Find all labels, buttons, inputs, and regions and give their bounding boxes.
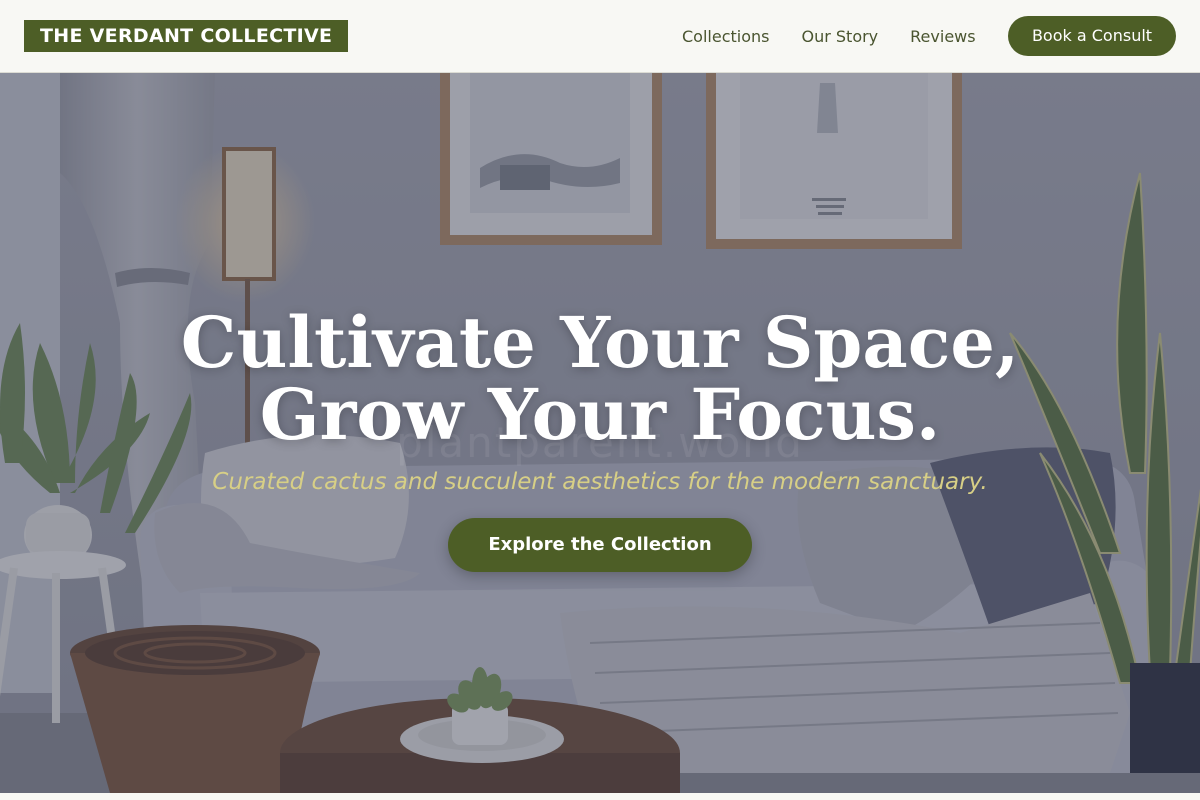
hero-tagline: Curated cactus and succulent aesthetics … <box>212 469 988 495</box>
hero-section: plantparent.world Cultivate Your Space, … <box>0 73 1200 793</box>
nav-link-collections[interactable]: Collections <box>682 27 769 46</box>
nav-link-our-story[interactable]: Our Story <box>801 27 878 46</box>
site-header: THE VERDANT COLLECTIVE Collections Our S… <box>0 0 1200 73</box>
main-nav: Collections Our Story Reviews <box>682 0 976 72</box>
explore-collection-button[interactable]: Explore the Collection <box>448 518 752 572</box>
hero-headline-line-1: Cultivate Your Space, <box>180 301 1020 384</box>
hero-headline-line-2: Grow Your Focus. <box>259 373 941 456</box>
brand-logo[interactable]: THE VERDANT COLLECTIVE <box>24 20 349 52</box>
page-bottom-strip <box>0 793 1200 800</box>
book-consult-button[interactable]: Book a Consult <box>1008 16 1176 56</box>
nav-link-reviews[interactable]: Reviews <box>910 27 975 46</box>
hero-headline: Cultivate Your Space, Grow Your Focus. <box>0 307 1200 451</box>
